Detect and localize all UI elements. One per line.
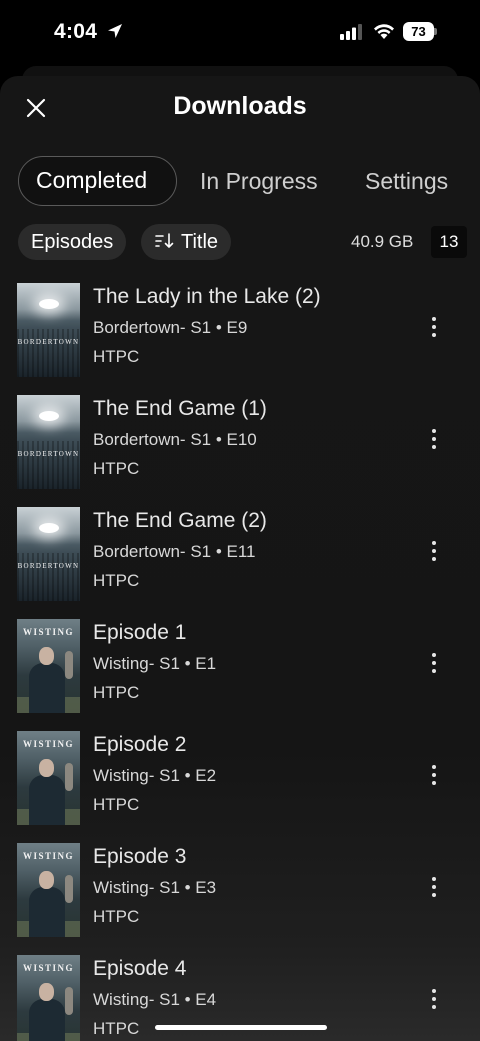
poster-art (39, 523, 59, 533)
episodes-filter-label: Episodes (31, 231, 114, 253)
list-item[interactable]: WISTING Episode 1 Wisting- S1 • E1 HTPC (0, 618, 480, 730)
episodes-filter-chip[interactable]: Episodes (18, 224, 127, 260)
poster-art (29, 775, 65, 825)
poster-thumbnail: BORDERTOWN (17, 507, 80, 601)
poster-art (65, 651, 73, 679)
episode-subtitle: Bordertown- S1 • E11 (93, 542, 256, 561)
episode-subtitle: Wisting- S1 • E2 (93, 766, 217, 785)
poster-logo: BORDERTOWN (17, 562, 80, 570)
poster-thumbnail: WISTING (17, 731, 80, 825)
poster-art (65, 875, 73, 903)
poster-thumbnail: WISTING (17, 843, 80, 937)
poster-art (17, 553, 80, 601)
poster-art (17, 329, 80, 377)
episode-title: The End Game (1) (93, 397, 267, 420)
episode-title: Episode 2 (93, 733, 187, 756)
episode-title: The End Game (2) (93, 509, 267, 532)
battery-tip (434, 28, 437, 35)
poster-art (39, 871, 54, 889)
list-item[interactable]: WISTING Episode 2 Wisting- S1 • E2 HTPC (0, 730, 480, 842)
server-name: HTPC (93, 571, 140, 590)
poster-art (29, 999, 65, 1041)
episode-title: Episode 4 (93, 957, 187, 980)
episode-subtitle: Wisting- S1 • E3 (93, 878, 217, 897)
poster-logo: WISTING (22, 963, 74, 973)
poster-thumbnail: BORDERTOWN (17, 395, 80, 489)
poster-art (39, 411, 59, 421)
poster-logo: BORDERTOWN (17, 338, 80, 346)
poster-thumbnail: BORDERTOWN (17, 283, 80, 377)
poster-thumbnail: WISTING (17, 619, 80, 713)
battery-icon: 73 (403, 22, 437, 41)
more-options-icon[interactable] (424, 764, 444, 786)
episode-title: Episode 3 (93, 845, 187, 868)
episode-subtitle: Wisting- S1 • E1 (93, 654, 217, 673)
page-title: Downloads (173, 92, 307, 120)
more-options-icon[interactable] (424, 988, 444, 1010)
server-name: HTPC (93, 907, 140, 926)
status-time: 4:04 (54, 20, 98, 43)
server-name: HTPC (93, 459, 140, 478)
more-options-icon[interactable] (424, 540, 444, 562)
storage-size: 40.9 GB (351, 232, 414, 251)
poster-art (39, 759, 54, 777)
more-options-icon[interactable] (424, 428, 444, 450)
item-count-badge: 13 (431, 226, 467, 258)
episode-subtitle: Bordertown- S1 • E9 (93, 318, 248, 337)
poster-logo: WISTING (22, 739, 74, 749)
list-item[interactable]: BORDERTOWN The Lady in the Lake (2) Bord… (0, 282, 480, 394)
poster-art (29, 887, 65, 937)
poster-thumbnail: WISTING (17, 955, 80, 1041)
poster-art (65, 987, 73, 1015)
list-item[interactable]: WISTING Episode 3 Wisting- S1 • E3 HTPC (0, 842, 480, 954)
more-options-icon[interactable] (424, 652, 444, 674)
home-indicator[interactable] (155, 1025, 327, 1030)
battery-level: 73 (403, 22, 434, 41)
downloads-sheet: Downloads Completed In Progress Settings… (0, 76, 480, 1041)
poster-art (39, 647, 54, 665)
list-item[interactable]: BORDERTOWN The End Game (1) Bordertown- … (0, 394, 480, 506)
sort-label: Title (181, 231, 219, 253)
filter-bar: Episodes Title 40.9 GB 13 (18, 224, 467, 260)
poster-art (65, 763, 73, 791)
cellular-signal-icon (340, 24, 362, 40)
tab-settings[interactable]: Settings (365, 156, 448, 206)
poster-logo: WISTING (22, 851, 74, 861)
tab-completed[interactable]: Completed (18, 156, 177, 206)
tab-bar: Completed In Progress Settings (18, 156, 480, 206)
episode-title: The Lady in the Lake (2) (93, 285, 321, 308)
poster-logo: WISTING (22, 627, 74, 637)
location-arrow-icon (108, 24, 122, 38)
poster-logo: BORDERTOWN (17, 450, 80, 458)
sort-icon (155, 233, 174, 248)
more-options-icon[interactable] (424, 876, 444, 898)
poster-art (29, 663, 65, 713)
episode-subtitle: Bordertown- S1 • E10 (93, 430, 257, 449)
server-name: HTPC (93, 1019, 140, 1038)
status-bar: 4:04 73 (0, 0, 480, 64)
server-name: HTPC (93, 683, 140, 702)
downloads-list: BORDERTOWN The Lady in the Lake (2) Bord… (0, 282, 480, 1041)
poster-art (17, 441, 80, 489)
tab-in-progress[interactable]: In Progress (200, 156, 318, 206)
poster-art (39, 299, 59, 309)
sort-title-chip[interactable]: Title (141, 224, 232, 260)
poster-art (39, 983, 54, 1001)
more-options-icon[interactable] (424, 316, 444, 338)
list-item[interactable]: BORDERTOWN The End Game (2) Bordertown- … (0, 506, 480, 618)
episode-title: Episode 1 (93, 621, 187, 644)
server-name: HTPC (93, 347, 140, 366)
server-name: HTPC (93, 795, 140, 814)
episode-subtitle: Wisting- S1 • E4 (93, 990, 217, 1009)
wifi-icon (374, 24, 394, 39)
